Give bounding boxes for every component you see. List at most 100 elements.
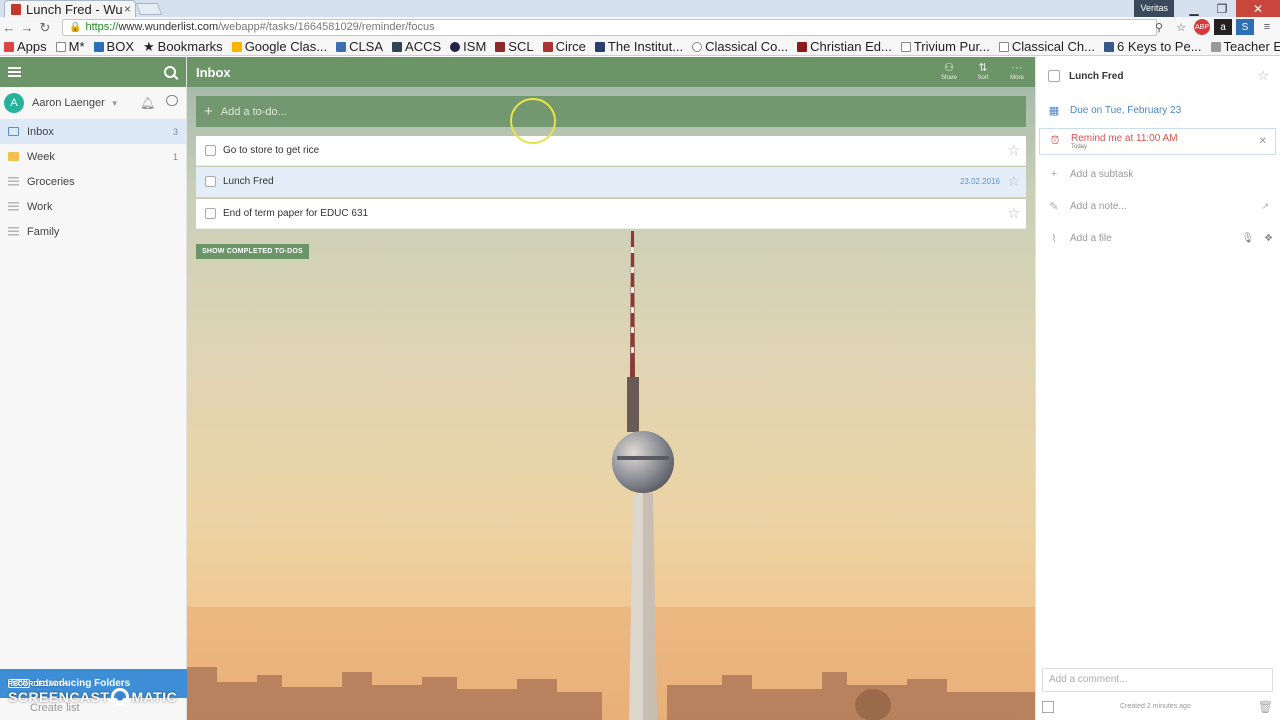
search-icon[interactable] <box>164 66 176 78</box>
chevron-down-icon[interactable]: ▼ <box>111 99 119 108</box>
bookmark-item[interactable]: Christian Ed... <box>797 39 892 54</box>
bookmark-item[interactable]: BOX <box>93 39 134 54</box>
url-path: /webapp#/tasks/1664581029/reminder/focus <box>218 21 435 33</box>
bookmark-item[interactable]: Circe <box>542 39 586 54</box>
show-completed-button[interactable]: SHOW COMPLETED TO-DOS <box>196 244 309 259</box>
star-icon[interactable]: ☆ <box>1257 68 1269 84</box>
task-row[interactable]: Go to store to get rice ☆ <box>196 136 1026 166</box>
add-todo-input[interactable]: + Add a to-do... <box>196 96 1026 127</box>
user-row[interactable]: A Aaron Laenger ▼ 🔔︎ <box>0 87 186 119</box>
add-file-row[interactable]: ⌇ Add a file 🎙︎ ❖ <box>1036 229 1280 247</box>
task-title: End of term paper for EDUC 631 <box>223 208 369 219</box>
alarm-clock-icon: ⏰︎ <box>1050 135 1060 147</box>
avatar[interactable]: A <box>4 93 24 113</box>
bookmark-label: Christian Ed... <box>810 39 892 54</box>
sidebar-item-family[interactable]: Family <box>0 219 186 244</box>
bookmark-item[interactable]: Apps <box>4 39 47 54</box>
expand-note-icon[interactable]: ↗ <box>1261 201 1269 212</box>
sidebar-item-work[interactable]: Work <box>0 194 186 219</box>
tab-close-icon[interactable]: × <box>124 2 131 16</box>
amazon-extension-icon[interactable]: a <box>1214 19 1232 35</box>
star-icon[interactable]: ☆ <box>1007 142 1020 159</box>
add-subtask-row[interactable]: + Add a subtask <box>1036 165 1280 183</box>
sidebar-item-week[interactable]: Week 1 <box>0 144 186 169</box>
page-title: Inbox <box>196 65 231 80</box>
task-row[interactable]: Lunch Fred 23.02.2016 ☆ <box>196 167 1026 197</box>
bookmark-label: BOX <box>106 39 134 54</box>
sidebar-item-groceries[interactable]: Groceries <box>0 169 186 194</box>
bookmark-label: CLSA <box>349 39 384 54</box>
sort-button[interactable]: ⇅ Sort <box>968 61 998 81</box>
profile-badge[interactable]: Veritas <box>1134 0 1174 17</box>
bookmark-item[interactable]: Google Clas... <box>231 39 327 54</box>
star-icon[interactable]: ☆ <box>1007 205 1020 222</box>
bookmark-item[interactable]: Classical Co... <box>692 39 788 54</box>
back-icon[interactable]: ← <box>0 20 18 35</box>
keys-icon <box>1103 41 1114 52</box>
menu-icon[interactable]: ≡ <box>1258 19 1276 35</box>
collapse-panel-icon[interactable] <box>1042 701 1054 713</box>
bookmark-item[interactable]: ACCS <box>392 39 441 54</box>
bookmark-item[interactable]: 6 Keys to Pe... <box>1103 39 1202 54</box>
bookmark-item[interactable]: Classical Ch... <box>998 39 1095 54</box>
conversations-icon[interactable] <box>166 95 178 106</box>
maximize-icon[interactable]: ❐ <box>1208 0 1236 17</box>
task-checkbox[interactable] <box>205 176 216 187</box>
reminder-row[interactable]: ⏰︎ Remind me at 11:00 AM Today ✕ <box>1039 128 1276 155</box>
bookmark-item[interactable]: ISM <box>450 39 486 54</box>
star-icon[interactable]: ☆ <box>1007 173 1020 190</box>
task-row[interactable]: End of term paper for EDUC 631 ☆ <box>196 199 1026 229</box>
reload-icon[interactable]: ↻ <box>36 20 54 36</box>
detail-title[interactable]: Lunch Fred <box>1069 71 1123 82</box>
lock-icon: 🔒 <box>69 22 82 33</box>
forward-icon[interactable]: → <box>18 20 36 35</box>
page-icon <box>998 41 1009 52</box>
bookmark-item[interactable]: Teacher Eva... <box>1210 39 1280 54</box>
circe-icon <box>542 41 553 52</box>
share-button[interactable]: ⚇ Share <box>934 61 964 81</box>
comment-input[interactable]: Add a comment... <box>1042 668 1273 692</box>
sidebar-item-inbox[interactable]: Inbox 3 <box>0 119 186 144</box>
key-icon[interactable]: ⚲ <box>1150 19 1168 35</box>
task-checkbox[interactable] <box>205 208 216 219</box>
window-close-icon[interactable]: ✕ <box>1236 0 1280 17</box>
inbox-icon <box>8 127 19 136</box>
remove-reminder-icon[interactable]: ✕ <box>1259 136 1267 147</box>
adblock-extension-icon[interactable]: ABP <box>1194 19 1210 35</box>
wunderlist-favicon-icon <box>11 3 21 15</box>
background-photo-tv-tower <box>187 231 1035 720</box>
microphone-icon[interactable]: 🎙︎ <box>1241 233 1254 244</box>
list-count: 3 <box>172 126 178 137</box>
bookmark-star-icon[interactable]: ☆ <box>1172 19 1190 35</box>
new-tab-button[interactable] <box>135 3 163 15</box>
bookmark-item[interactable]: SCL <box>495 39 534 54</box>
bell-icon[interactable]: 🔔︎ <box>140 96 155 110</box>
bookmark-item[interactable]: CLSA <box>336 39 383 54</box>
address-bar[interactable]: 🔒 https:// www.wunderlist.com /webapp#/t… <box>62 19 1157 36</box>
list-icon <box>8 177 19 186</box>
dropbox-icon[interactable]: ❖ <box>1264 233 1273 244</box>
detail-title-row[interactable]: Lunch Fred ☆ <box>1036 67 1280 85</box>
hamburger-menu-icon[interactable] <box>8 65 21 79</box>
screencast-logo-icon <box>111 688 130 706</box>
task-detail-panel: Lunch Fred ☆ ▦ Due on Tue, February 23 ⏰… <box>1035 57 1280 720</box>
sort-label: Sort <box>977 75 989 81</box>
pencil-icon: ✎ <box>1049 200 1059 213</box>
due-date-row[interactable]: ▦ Due on Tue, February 23 <box>1036 101 1280 119</box>
more-button[interactable]: ··· More <box>1002 61 1032 81</box>
bookmark-label: Classical Ch... <box>1011 39 1095 54</box>
bookmark-item[interactable]: M* <box>55 39 85 54</box>
bookmark-item[interactable]: ★ Bookmarks <box>143 39 223 55</box>
s-extension-icon[interactable]: S <box>1236 19 1254 35</box>
minimize-icon[interactable]: ▁ <box>1180 0 1208 17</box>
bookmark-item[interactable]: The Institut... <box>594 39 683 54</box>
user-name[interactable]: Aaron Laenger <box>32 97 105 109</box>
browser-tab[interactable]: Lunch Fred - Wu × <box>4 0 136 17</box>
bookmark-item[interactable]: Trivium Pur... <box>900 39 990 54</box>
task-checkbox[interactable] <box>205 145 216 156</box>
detail-checkbox[interactable] <box>1048 70 1060 82</box>
trash-icon[interactable]: 🗑︎ <box>1258 700 1273 714</box>
add-note-row[interactable]: ✎ Add a note... ↗ <box>1036 197 1280 215</box>
sidebar: A Aaron Laenger ▼ 🔔︎ Inbox 3 Week 1 Groc… <box>0 57 187 720</box>
add-todo-placeholder: Add a to-do... <box>220 105 287 118</box>
